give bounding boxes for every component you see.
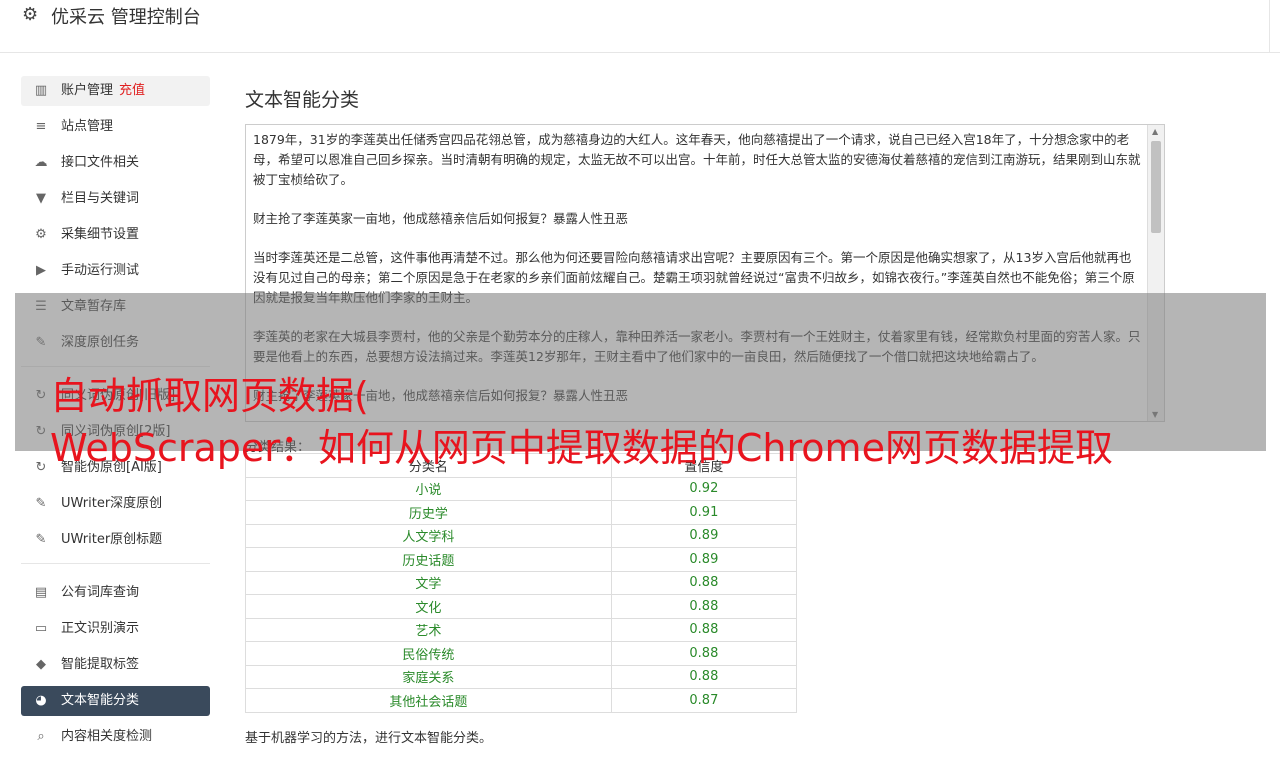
classification-results-table: 分类名 置信度 小说 0.92 历史学 0.91 人文学科 0.89 历史话题 0.89 文学 0… [245,453,798,713]
article-paragraph: 财主抢了李莲英家一亩地，他成慈禧亲信后如何报复？暴露人性丑恶 [253,211,629,226]
confidence-cell: 0.88 [610,594,798,619]
book-icon: ▤ [34,585,48,600]
sidebar-item-text: 公有词库查询 [61,585,140,600]
scroll-thumb[interactable] [1151,141,1161,233]
category-cell: 历史学 [245,500,612,525]
sidebar-item-label: 文本智能分类 [61,692,139,710]
page-title: 文本智能分类 [245,89,360,111]
top-header: ⚙ 优采云 管理控制台 [0,0,1280,53]
category-cell: 民俗传统 [245,641,612,666]
server-icon: ≡ [35,119,47,134]
sidebar-item[interactable]: ▼ 栏目与关键词 [21,184,210,214]
sidebar-item[interactable]: ⌕ 内容相关度检测 [21,722,210,752]
cogs-icon: ⚙ [35,227,47,242]
edit-icon: ✎ [35,496,47,511]
table-row: 其他社会话题 0.87 [245,688,798,713]
table-body: 小说 0.92 历史学 0.91 人文学科 0.89 历史话题 0.89 文学 0.88 文化 0.8… [245,476,798,713]
header-edge [1269,0,1270,52]
sidebar-item-text: 采集细节设置 [61,227,140,242]
bar-chart-icon: ▥ [34,83,48,98]
sidebar-item-label: 智能提取标签 [61,656,139,674]
gear-icon[interactable]: ⚙ [22,4,38,25]
app-title: 优采云 管理控制台 [51,7,201,28]
table-row: 民俗传统 0.88 [245,641,798,666]
category-cell: 家庭关系 [245,664,612,689]
sidebar-item-text: 接口文件相关 [61,155,140,170]
table-row: 家庭关系 0.88 [245,664,798,689]
table-row: 历史话题 0.89 [245,547,798,572]
recharge-link[interactable]: 充值 [119,83,145,98]
table-row: 艺术 0.88 [245,617,798,642]
sidebar-item[interactable]: ☁ 接口文件相关 [21,148,210,178]
sidebar-item-text: 栏目与关键词 [61,191,140,206]
table-row: 人文学科 0.89 [245,523,798,548]
method-description: 基于机器学习的方法，进行文本智能分类。 [245,731,493,746]
confidence-cell: 0.88 [610,641,798,666]
sidebar-item-label: 公有词库查询 [61,584,139,602]
sidebar-item[interactable]: ▶ 手动运行测试 [21,256,210,286]
sidebar-item-label: UWriter原创标题 [61,531,162,549]
edit-icon: ✎ [35,532,47,547]
confidence-cell: 0.88 [610,664,798,689]
sidebar-item[interactable]: ▤ 公有词库查询 [21,578,210,608]
category-cell: 历史话题 [245,547,612,572]
overlay-title-text: 自动抓取网页数据( WebScraper：如何从网页中提取数据的Chrome网页… [50,374,1113,470]
table-row: 文学 0.88 [245,570,798,595]
confidence-cell: 0.92 [610,476,798,501]
sidebar-item[interactable]: ◆ 智能提取标签 [21,650,210,680]
confidence-cell: 0.89 [610,523,798,548]
monitor-icon: ▭ [34,621,48,636]
search-icon: ⌕ [37,729,45,744]
sidebar-item-text: 账户管理 [61,83,114,98]
table-row: 小说 0.92 [245,476,798,501]
sidebar-item-label: UWriter深度原创 [61,495,162,513]
category-cell: 其他社会话题 [245,688,612,713]
category-cell: 文化 [245,594,612,619]
filter-icon: ▼ [36,191,46,206]
sidebar-item-label: 手动运行测试 [61,262,139,280]
confidence-cell: 0.88 [610,570,798,595]
sidebar-item-label: 正文识别演示 [61,620,139,638]
sidebar-item-text: 内容相关度检测 [61,729,153,744]
sidebar-separator [21,563,210,564]
sidebar-item-label: 栏目与关键词 [61,190,139,208]
refresh-icon: ↻ [35,460,47,475]
sidebar-item-text: 智能提取标签 [61,657,140,672]
sidebar-item-label: 采集细节设置 [61,226,139,244]
scroll-up-icon[interactable]: ▲ [1152,127,1158,136]
article-paragraph: 1879年，31岁的李莲英出任储秀宫四品花翎总管，成为慈禧身边的大红人。这年春天… [253,132,1141,187]
category-cell: 文学 [245,570,612,595]
confidence-cell: 0.89 [610,547,798,572]
sidebar-item-text: 正文识别演示 [61,621,140,636]
sidebar-item[interactable]: ✎ UWriter原创标题 [21,525,210,555]
sidebar-item[interactable]: ✎ UWriter深度原创 [21,489,210,519]
sidebar-item-text: 文本智能分类 [61,693,140,708]
sidebar-item[interactable]: ▥ 账户管理 充值 [21,76,210,106]
table-row: 文化 0.88 [245,594,798,619]
sidebar-item[interactable]: ◕ 文本智能分类 [21,686,210,716]
pie-chart-icon: ◕ [35,693,47,708]
sidebar-item-label: 站点管理 [61,118,113,136]
sidebar-item[interactable]: ⚙ 采集细节设置 [21,220,210,250]
sidebar-item-text: 手动运行测试 [61,263,140,278]
sidebar-item-label: 账户管理 充值 [61,82,145,100]
table-row: 历史学 0.91 [245,500,798,525]
play-circle-icon: ▶ [36,263,46,278]
category-cell: 小说 [245,476,612,501]
tag-icon: ◆ [36,657,46,672]
category-cell: 艺术 [245,617,612,642]
sidebar-item-text: UWriter原创标题 [61,532,163,547]
sidebar-item-text: UWriter深度原创 [61,496,163,511]
category-cell: 人文学科 [245,523,612,548]
sidebar-item[interactable]: ▭ 正文识别演示 [21,614,210,644]
confidence-cell: 0.91 [610,500,798,525]
sidebar-item-text: 站点管理 [61,119,114,134]
cloud-upload-icon: ☁ [34,155,48,170]
confidence-cell: 0.87 [610,688,798,713]
sidebar-item[interactable]: ≡ 站点管理 [21,112,210,142]
sidebar-item-label: 内容相关度检测 [61,728,152,746]
confidence-cell: 0.88 [610,617,798,642]
sidebar-item-label: 接口文件相关 [61,154,139,172]
